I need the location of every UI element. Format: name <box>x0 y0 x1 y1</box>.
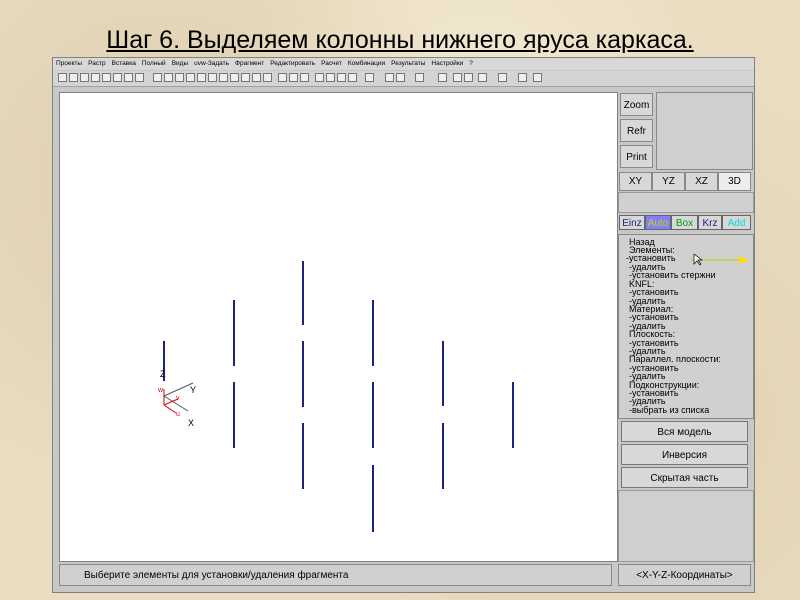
menu-views[interactable]: Виды <box>172 58 188 70</box>
inversion-button[interactable]: Инверсия <box>621 444 748 465</box>
undo-icon[interactable] <box>453 73 462 82</box>
column-element[interactable] <box>372 382 374 448</box>
tool-icon[interactable] <box>365 73 374 82</box>
zoom-in-icon[interactable] <box>289 73 298 82</box>
grid-icon[interactable] <box>197 73 206 82</box>
command-panel: Назад Элементы: -установить -удалить -ус… <box>618 234 754 419</box>
column-element[interactable] <box>372 465 374 532</box>
zoom-icon[interactable] <box>278 73 287 82</box>
column-element[interactable] <box>302 423 304 489</box>
axis-gizmo <box>163 341 194 414</box>
zoom-out-icon[interactable] <box>300 73 309 82</box>
cut-icon[interactable] <box>91 73 100 82</box>
menu-full[interactable]: Полный <box>142 58 166 70</box>
axis-y-label: Y <box>190 385 197 395</box>
menu-calc[interactable]: Расчет <box>321 58 342 70</box>
tool-icon[interactable] <box>124 73 133 82</box>
grid-icon[interactable] <box>186 73 195 82</box>
menu-raster[interactable]: Растр <box>88 58 106 70</box>
bulb-icon[interactable] <box>230 73 239 82</box>
toolbar <box>53 71 754 87</box>
menu-uvw[interactable]: uvw-Задать <box>194 58 229 70</box>
slide-title-text: Выделяем колонны нижнего яруса каркаса. <box>180 26 694 54</box>
axis-u-label: u <box>176 411 180 418</box>
tab-xy[interactable]: XY <box>619 172 652 191</box>
axis-z-label: Z <box>160 369 166 379</box>
tool-icon[interactable] <box>241 73 250 82</box>
grid-icon[interactable] <box>219 73 228 82</box>
save-icon[interactable] <box>80 73 89 82</box>
column-element[interactable] <box>512 382 514 448</box>
coordinates-button[interactable]: <X-Y-Z-Координаты> <box>618 564 751 586</box>
tab-xz[interactable]: XZ <box>685 172 718 191</box>
column-element[interactable] <box>302 261 304 325</box>
info-icon[interactable] <box>348 73 357 82</box>
cmd-item[interactable]: -выбрать из списка <box>629 406 709 415</box>
tool-icon[interactable] <box>415 73 424 82</box>
grid-icon[interactable] <box>153 73 162 82</box>
status-hint: Выберите элементы для установки/удаления… <box>59 564 612 586</box>
grid-icon[interactable] <box>208 73 217 82</box>
tool-icon[interactable] <box>533 73 542 82</box>
grid-icon[interactable] <box>164 73 173 82</box>
menu-combinations[interactable]: Комбинации <box>348 58 385 70</box>
menu-insert[interactable]: Вставка <box>112 58 136 70</box>
mode-add[interactable]: Add <box>722 215 751 230</box>
grid-icon[interactable] <box>175 73 184 82</box>
mode-auto[interactable]: Auto <box>645 215 671 230</box>
tool-icon[interactable] <box>252 73 261 82</box>
open-icon[interactable] <box>69 73 78 82</box>
print-button[interactable]: Print <box>620 145 653 168</box>
tool-icon[interactable] <box>135 73 144 82</box>
slide-title: Шаг 6. Выделяем колонны нижнего яруса ка… <box>0 26 800 55</box>
menu-settings[interactable]: Настройки <box>431 58 463 70</box>
app-window: Проекты Растр Вставка Полный Виды uvw-За… <box>52 57 755 593</box>
column-element[interactable] <box>442 423 444 489</box>
tool-icon[interactable] <box>337 73 346 82</box>
blank-input-bar <box>618 192 754 213</box>
tool-icon[interactable] <box>518 73 527 82</box>
slide-title-step: Шаг 6. <box>106 26 181 54</box>
tool-icon[interactable] <box>326 73 335 82</box>
stop-icon[interactable] <box>385 73 394 82</box>
tool-icon[interactable] <box>102 73 111 82</box>
hidden-part-button[interactable]: Скрытая часть <box>621 467 748 488</box>
whole-model-button[interactable]: Вся модель <box>621 421 748 442</box>
tool-icon[interactable] <box>113 73 122 82</box>
lower-panel <box>618 490 754 562</box>
tool-icon[interactable] <box>498 73 507 82</box>
refresh-button[interactable]: Refr <box>620 119 653 142</box>
tool-icon[interactable] <box>396 73 405 82</box>
column-element[interactable] <box>233 382 235 448</box>
menubar: Проекты Растр Вставка Полный Виды uvw-За… <box>53 58 754 70</box>
mode-krz[interactable]: Krz <box>698 215 722 230</box>
mode-einz[interactable]: Einz <box>619 215 645 230</box>
tab-3d[interactable]: 3D <box>718 172 751 191</box>
axis-w-label: w <box>158 387 164 394</box>
axis-x-label: X <box>188 418 195 428</box>
column-element[interactable] <box>233 300 235 366</box>
redo-icon[interactable] <box>464 73 473 82</box>
zoom-button[interactable]: Zoom <box>620 93 653 116</box>
tab-yz[interactable]: YZ <box>652 172 685 191</box>
cursor-pointer-icon <box>691 254 749 266</box>
column-element[interactable] <box>302 341 304 407</box>
tool-icon[interactable] <box>438 73 447 82</box>
new-file-icon[interactable] <box>58 73 67 82</box>
menu-results[interactable]: Результаты <box>391 58 425 70</box>
model-viewport[interactable]: Z Y X w v u <box>59 92 618 562</box>
preview-panel <box>656 92 753 170</box>
menu-projects[interactable]: Проекты <box>56 58 82 70</box>
tool-icon[interactable] <box>263 73 272 82</box>
tool-icon[interactable] <box>478 73 487 82</box>
menu-edit[interactable]: Редактировать <box>270 58 315 70</box>
column-element[interactable] <box>372 300 374 366</box>
axis-v-label: v <box>176 395 180 402</box>
menu-fragment[interactable]: Фрагмент <box>235 58 264 70</box>
home-icon[interactable] <box>315 73 324 82</box>
mode-box[interactable]: Box <box>671 215 698 230</box>
column-element[interactable] <box>442 341 444 406</box>
menu-help[interactable]: ? <box>469 58 473 70</box>
